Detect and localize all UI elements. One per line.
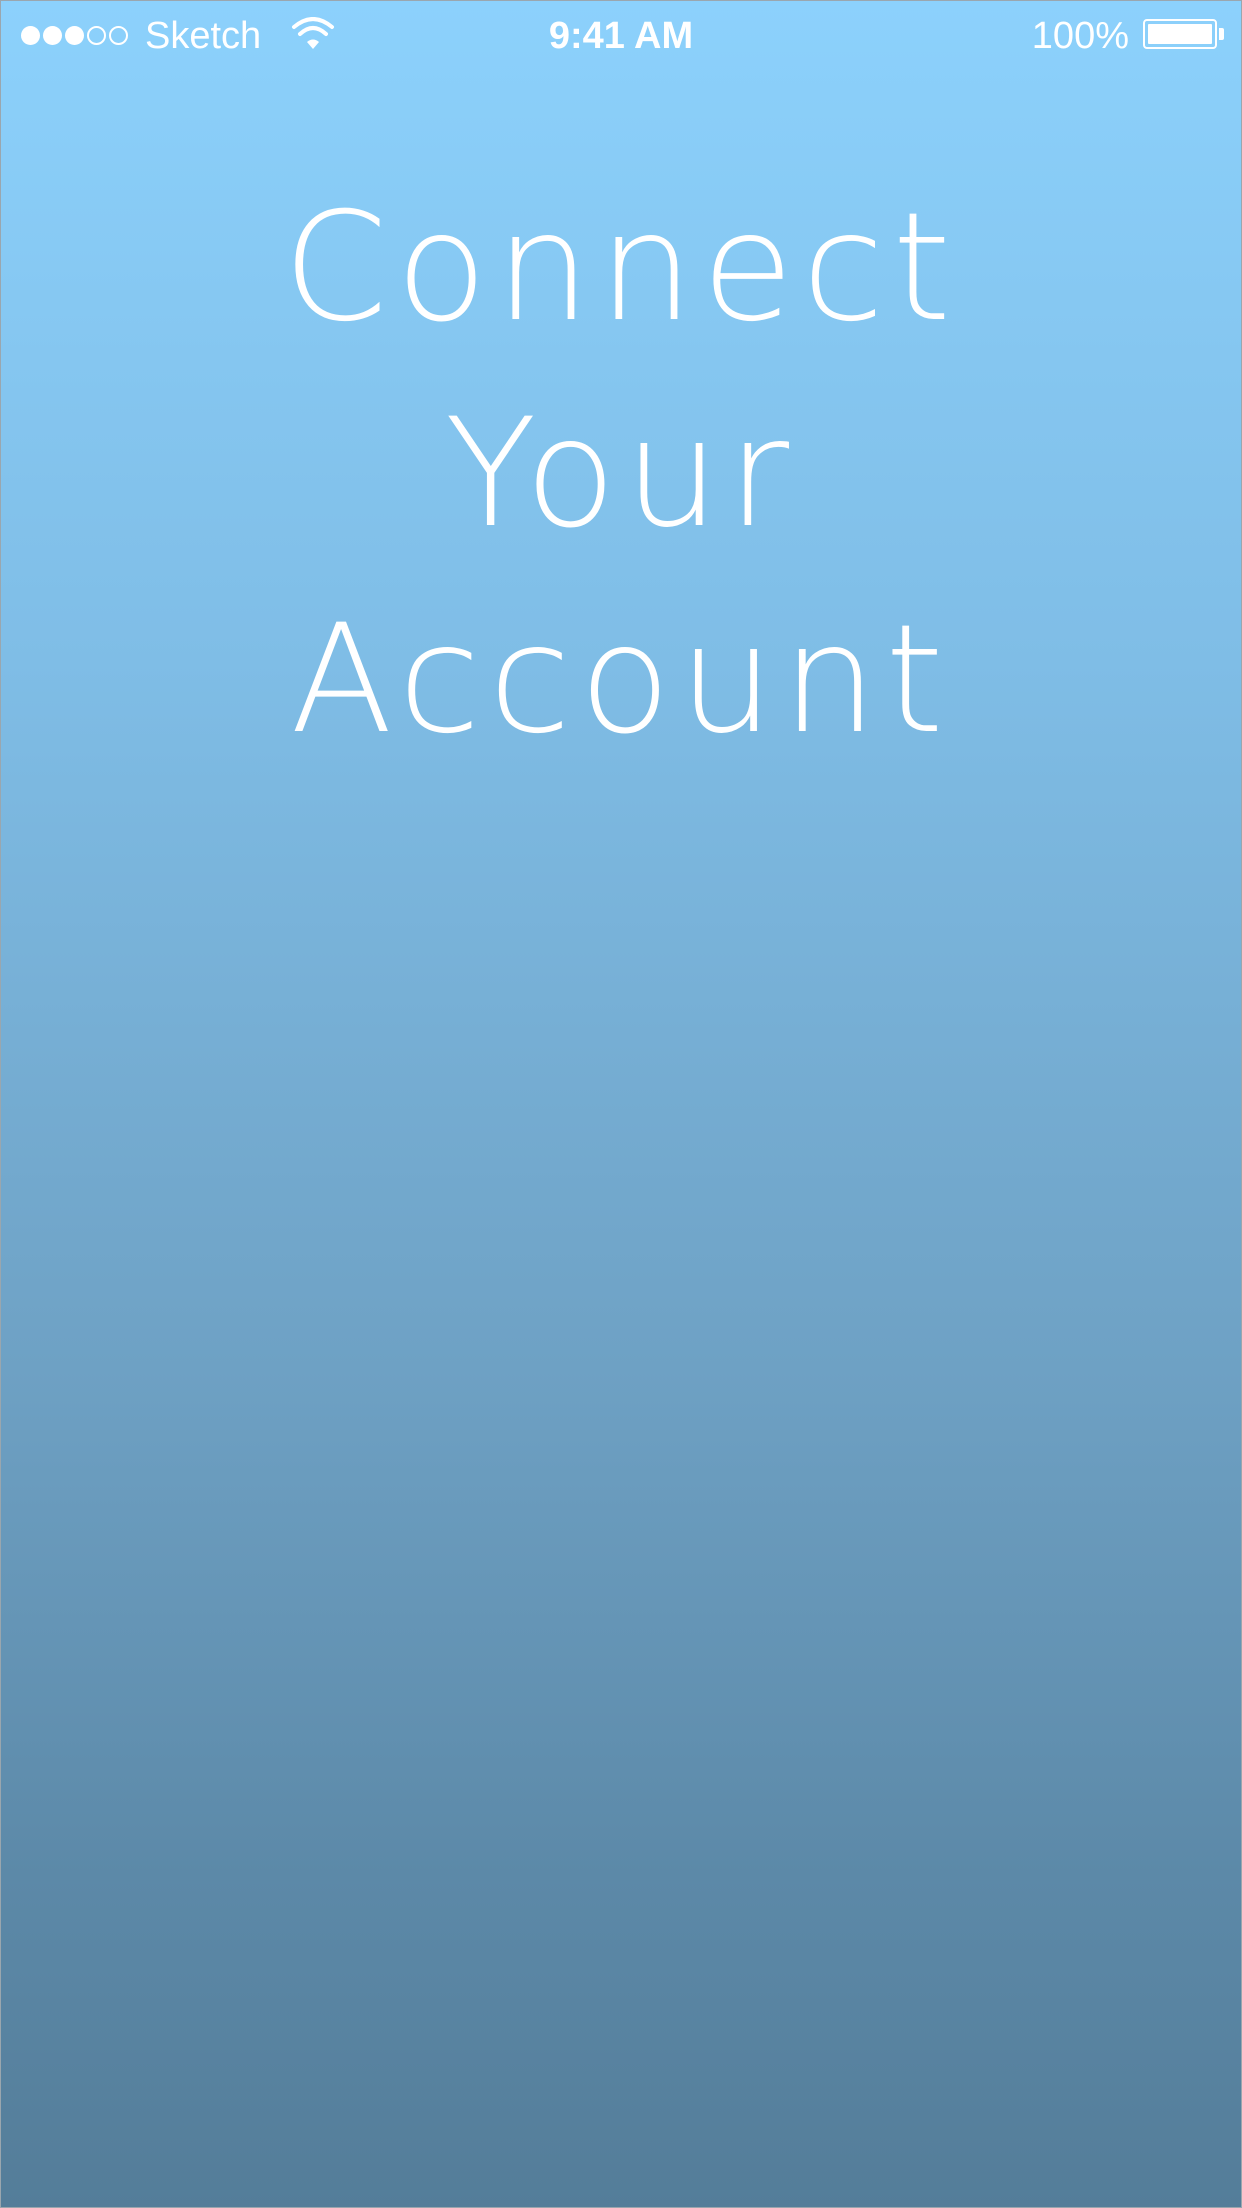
title-line-account: Account <box>290 593 952 767</box>
battery-percent: 100% <box>1031 15 1129 57</box>
battery-level-fill <box>1148 24 1212 44</box>
title-line-connect: Connect <box>282 181 960 355</box>
title-line-your: Your <box>444 387 798 561</box>
battery-icon <box>1143 19 1217 49</box>
page-title: Connect Your Account <box>1 165 1241 783</box>
connect-account-screen: Sketch 9:41 AM 100% Connect Your Account <box>0 0 1242 2208</box>
battery-tip <box>1219 28 1224 40</box>
status-bar: Sketch 9:41 AM 100% <box>1 1 1241 73</box>
